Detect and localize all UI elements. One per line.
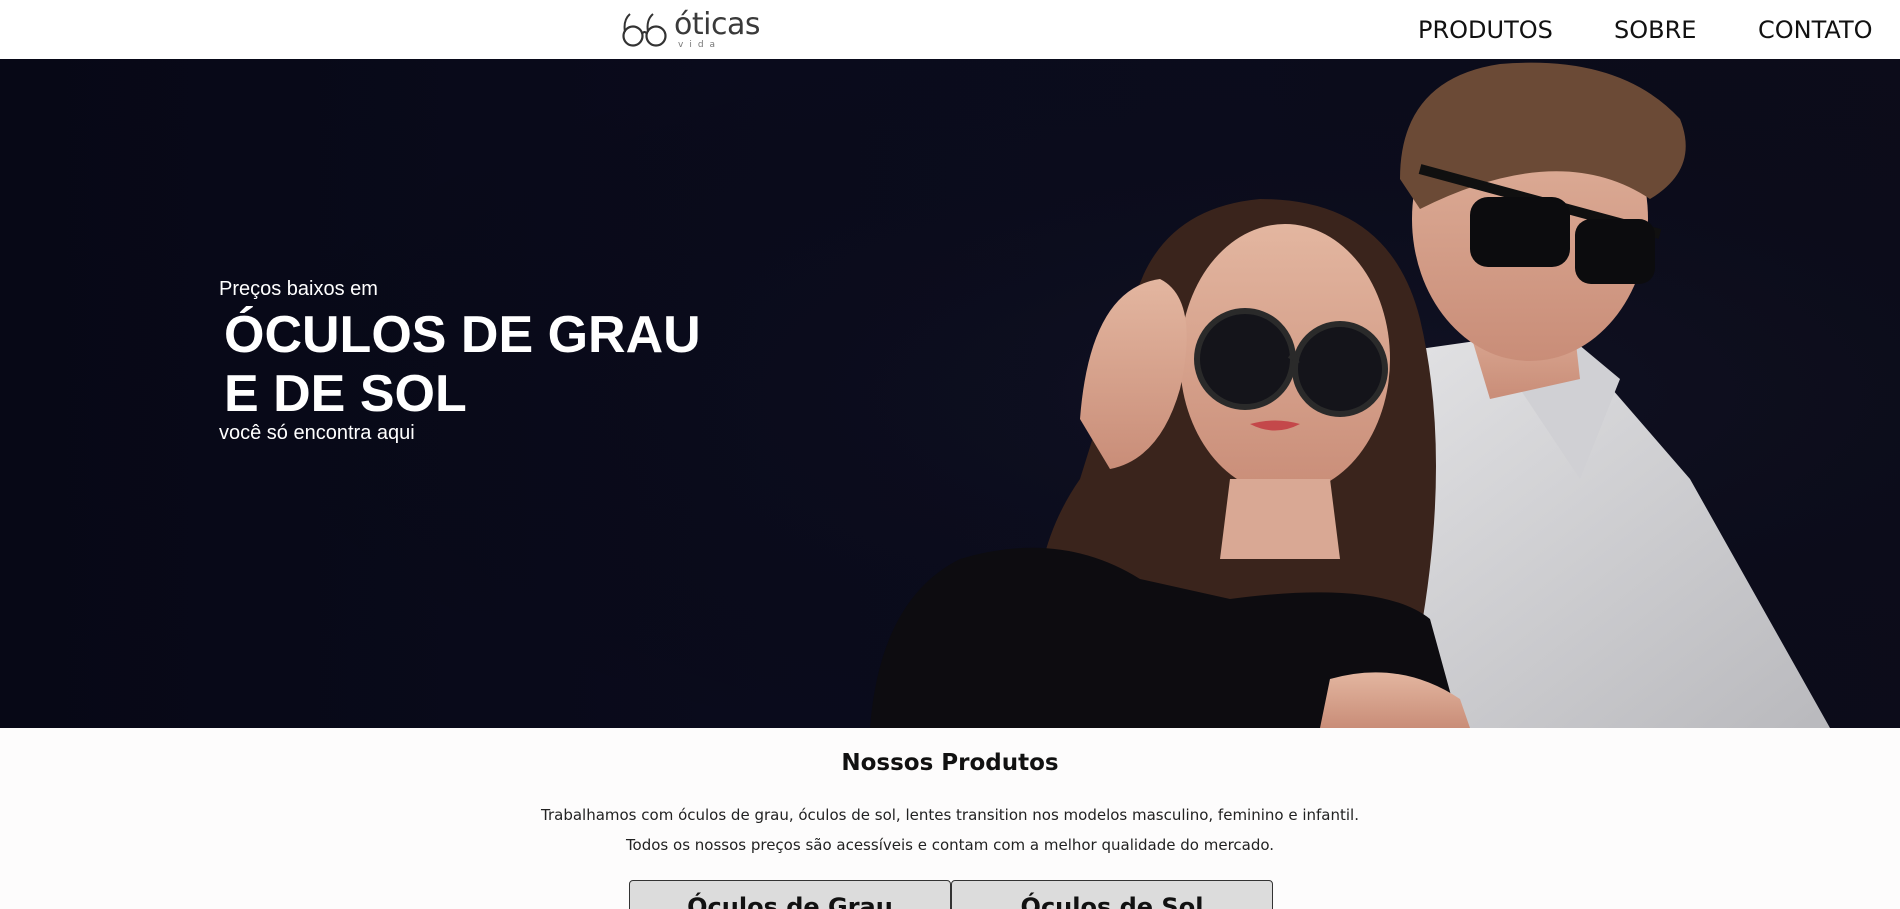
nav-link-produtos[interactable]: PRODUTOS [1418, 16, 1553, 44]
hero-title-line1: ÓCULOS DE GRAU [224, 306, 701, 364]
oculos-de-grau-button[interactable]: Óculos de Grau [629, 880, 951, 909]
products-description-line2: Todos os nossos preços são acessíveis e … [625, 836, 1275, 854]
products-description-line1: Trabalhamos com óculos de grau, óculos d… [541, 806, 1359, 824]
hero-title: ÓCULOS DE GRAU E DE SOL [224, 306, 701, 424]
nav-link-contato[interactable]: CONTATO [1758, 16, 1873, 44]
logo-wordmark: óticas [674, 7, 760, 42]
logo-subtitle: vida [678, 40, 722, 50]
logo[interactable]: óticas vida [622, 8, 760, 50]
hero-pretitle: Preços baixos em [219, 278, 378, 300]
oculos-de-sol-button[interactable]: Óculos de Sol [951, 880, 1273, 909]
glasses-logo-icon [622, 13, 667, 47]
products-section-title: Nossos Produtos [841, 750, 1059, 776]
hero-title-line2: E DE SOL [224, 365, 467, 423]
hero-banner: Preços baixos em ÓCULOS DE GRAU E DE SOL… [0, 59, 1900, 728]
hero-subtitle: você só encontra aqui [219, 422, 415, 444]
hero-text: Preços baixos em ÓCULOS DE GRAU E DE SOL… [219, 278, 701, 444]
site-header: óticas vida PRODUTOS SOBRE CONTATO [0, 0, 1900, 59]
nav-link-sobre[interactable]: SOBRE [1614, 16, 1696, 44]
